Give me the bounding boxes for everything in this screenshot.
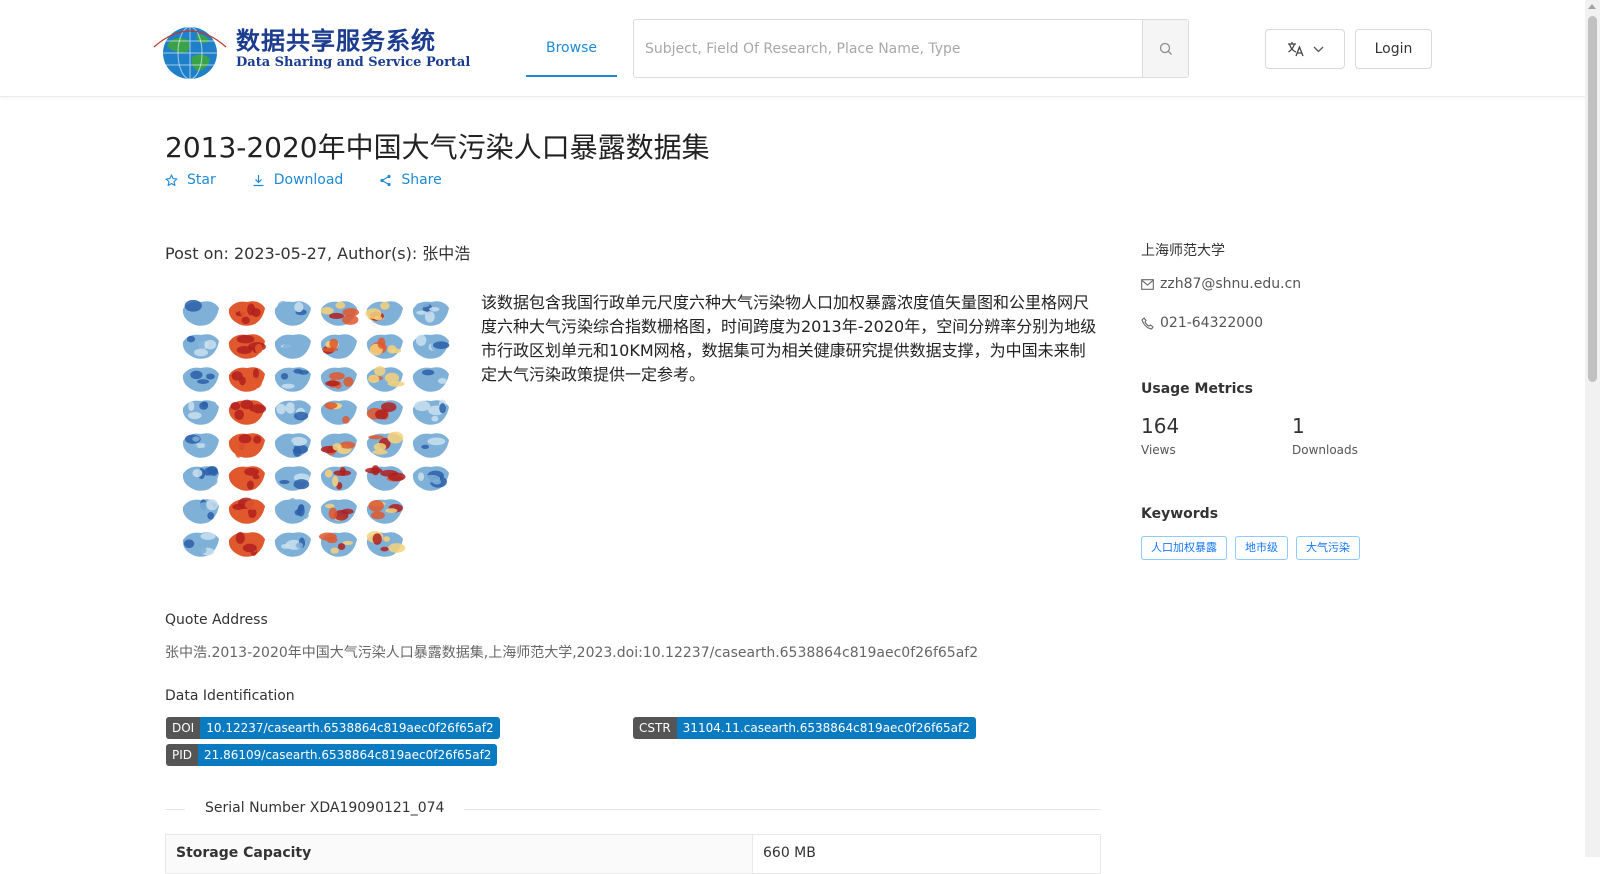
pid-value: 21.86109/casearth.6538864c819aec0f26f65a… bbox=[198, 744, 498, 766]
cstr-value: 31104.11.casearth.6538864c819aec0f26f65a… bbox=[676, 717, 976, 739]
dataset-description: 该数据包含我国行政单元尺度六种大气污染物人口加权暴露浓度值矢量图和公里格网尺度六… bbox=[481, 293, 1097, 384]
phone-text: 021-64322000 bbox=[1160, 315, 1264, 331]
keyword-tag[interactable]: 人口加权暴露 bbox=[1141, 536, 1227, 560]
star-icon bbox=[165, 173, 178, 186]
keyword-tags: 人口加权暴露 地市级 大气污染 bbox=[1141, 536, 1360, 560]
serial-number: Serial Number XDA19090121_074 bbox=[185, 800, 465, 816]
star-label: Star bbox=[187, 172, 216, 188]
keyword-tag[interactable]: 大气污染 bbox=[1296, 536, 1360, 560]
translate-icon bbox=[1287, 42, 1304, 57]
phone-icon bbox=[1141, 316, 1154, 330]
dataset-thumbnail[interactable] bbox=[165, 291, 467, 568]
contact-email[interactable]: zzh87@shnu.edu.cn bbox=[1141, 276, 1301, 292]
pid-badge[interactable]: PID 21.86109/casearth.6538864c819aec0f26… bbox=[166, 744, 498, 766]
nav-browse-tab[interactable]: Browse bbox=[526, 0, 617, 77]
data-identification-label: Data Identification bbox=[165, 688, 295, 704]
top-header: 数据共享服务系统 Data Sharing and Service Portal… bbox=[0, 0, 1585, 97]
logo-title-cn: 数据共享服务系统 bbox=[236, 26, 436, 55]
search-icon bbox=[1159, 42, 1172, 55]
post-info: Post on: 2023-05-27, Author(s): 张中浩 bbox=[165, 244, 471, 263]
logo-title-en: Data Sharing and Service Portal bbox=[236, 55, 471, 70]
specs-table-row: Storage Capacity 660 MB bbox=[165, 834, 1101, 874]
quote-address-label: Quote Address bbox=[165, 612, 268, 628]
scroll-up-arrow-icon[interactable] bbox=[1588, 4, 1596, 9]
downloads-label: Downloads bbox=[1292, 443, 1358, 457]
storage-capacity-value: 660 MB bbox=[763, 845, 816, 861]
search-bar bbox=[633, 19, 1189, 78]
views-count: 164 bbox=[1141, 414, 1180, 438]
doi-key: DOI bbox=[166, 717, 201, 739]
download-button[interactable]: Download bbox=[252, 172, 344, 188]
doi-badge[interactable]: DOI 10.12237/casearth.6538864c819aec0f26… bbox=[166, 717, 500, 739]
organization-name: 上海师范大学 bbox=[1141, 243, 1225, 259]
scrollbar-thumb[interactable] bbox=[1588, 16, 1597, 382]
language-selector[interactable] bbox=[1265, 29, 1345, 69]
contact-phone: 021-64322000 bbox=[1141, 315, 1263, 331]
storage-capacity-label: Storage Capacity bbox=[166, 835, 753, 873]
share-button[interactable]: Share bbox=[379, 172, 442, 188]
chevron-down-icon bbox=[1313, 46, 1323, 52]
site-logo[interactable]: 数据共享服务系统 Data Sharing and Service Portal bbox=[152, 17, 470, 80]
dataset-actions: Star Download Share bbox=[165, 172, 442, 188]
email-text: zzh87@shnu.edu.cn bbox=[1160, 276, 1302, 292]
cstr-badge[interactable]: CSTR 31104.11.casearth.6538864c819aec0f2… bbox=[633, 717, 976, 739]
keyword-tag[interactable]: 地市级 bbox=[1235, 536, 1288, 560]
doi-value: 10.12237/casearth.6538864c819aec0f26f65a… bbox=[200, 717, 500, 739]
quote-address-text: 张中浩.2013-2020年中国大气污染人口暴露数据集,上海师范大学,2023.… bbox=[165, 645, 979, 661]
cstr-key: CSTR bbox=[633, 717, 677, 739]
search-button[interactable] bbox=[1142, 20, 1188, 77]
pid-key: PID bbox=[166, 744, 199, 766]
download-icon bbox=[253, 174, 264, 186]
keywords-title: Keywords bbox=[1141, 506, 1219, 522]
download-label: Download bbox=[273, 172, 344, 188]
usage-metrics-title: Usage Metrics bbox=[1141, 381, 1253, 397]
mail-icon bbox=[1141, 278, 1154, 290]
share-label: Share bbox=[401, 172, 442, 188]
pollution-maps-thumbnail-image bbox=[182, 299, 450, 557]
downloads-count: 1 bbox=[1292, 414, 1305, 438]
star-button[interactable]: Star bbox=[165, 172, 216, 188]
share-icon bbox=[380, 174, 391, 186]
login-button[interactable]: Login bbox=[1355, 29, 1432, 69]
page-scrollbar[interactable] bbox=[1585, 0, 1600, 857]
search-input[interactable] bbox=[634, 20, 1144, 77]
dataset-title: 2013-2020年中国大气污染人口暴露数据集 bbox=[165, 131, 710, 164]
globe-logo-icon bbox=[153, 26, 227, 80]
views-label: Views bbox=[1141, 443, 1176, 457]
